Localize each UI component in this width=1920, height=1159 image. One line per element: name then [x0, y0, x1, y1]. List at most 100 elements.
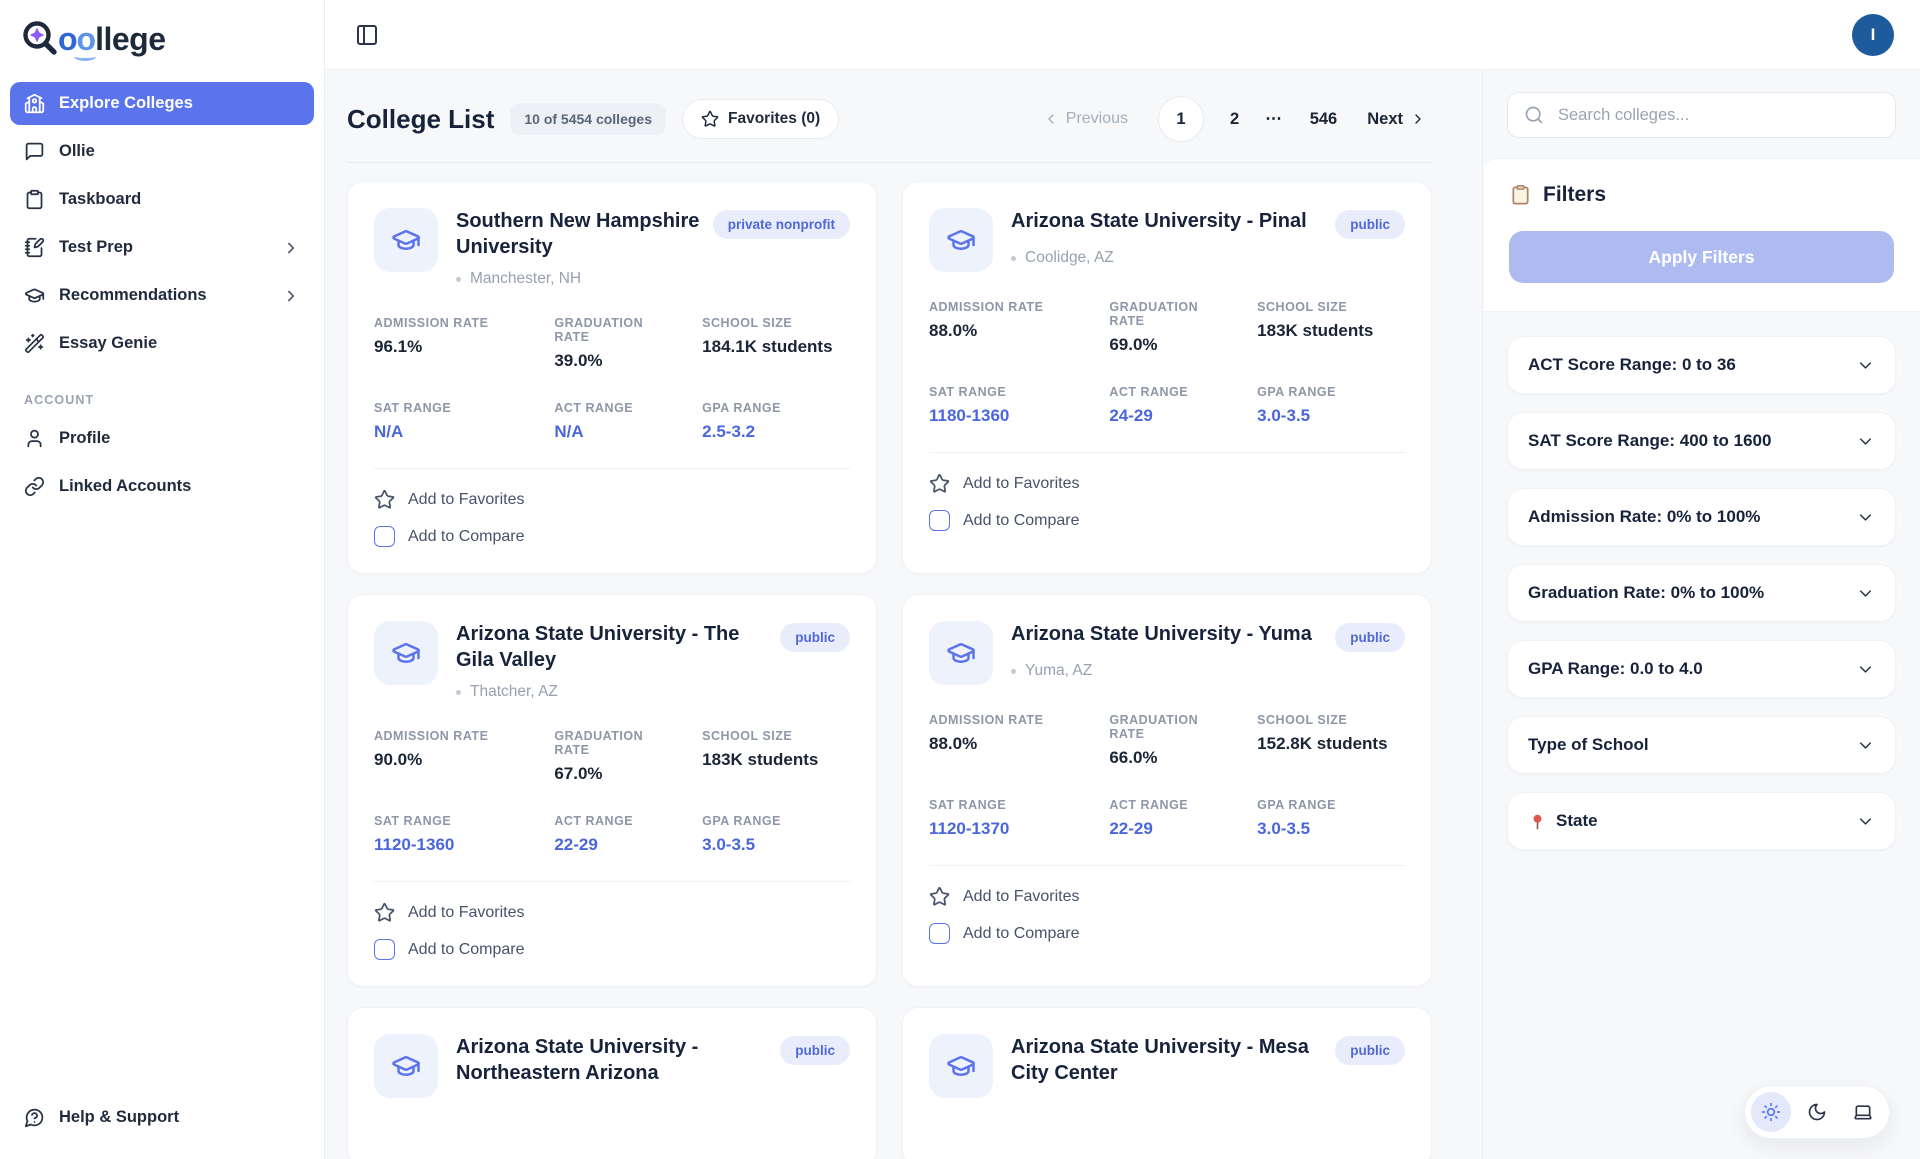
checkbox[interactable]: [374, 939, 395, 960]
stat: SCHOOL SIZE 183K students: [702, 729, 850, 784]
sidebar-item-recommendations[interactable]: Recommendations: [10, 274, 314, 317]
star-icon: [929, 473, 950, 494]
add-to-favorites-button[interactable]: Add to Favorites: [929, 473, 1080, 494]
filter-type-of-school[interactable]: Type of School: [1507, 716, 1896, 774]
logo-oo: oo: [58, 21, 95, 58]
sidebar-item-ollie[interactable]: Ollie: [10, 130, 314, 173]
theme-dark-button[interactable]: [1797, 1092, 1837, 1132]
clipboard-icon: [24, 189, 45, 210]
filter-gpa-range-0-0-to-4-0[interactable]: GPA Range: 0.0 to 4.0: [1507, 640, 1896, 698]
college-name: Arizona State University - Yuma: [1011, 621, 1323, 647]
graduation-cap-icon: [929, 621, 993, 685]
logo-text: llege: [95, 21, 165, 58]
sidebar-item-test-prep[interactable]: Test Prep: [10, 226, 314, 269]
sidebar-item-help-and-support[interactable]: Help & Support: [10, 1096, 314, 1139]
user-avatar[interactable]: I: [1852, 14, 1894, 56]
stat: ADMISSION RATE 88.0%: [929, 713, 1109, 768]
filter-list: ACT Score Range: 0 to 36 SAT Score Range…: [1483, 312, 1920, 874]
star-icon: [929, 886, 950, 907]
theme-system-button[interactable]: [1843, 1092, 1883, 1132]
add-to-favorites-button[interactable]: Add to Favorites: [929, 886, 1080, 907]
stat: ACT RANGE 24-29: [1109, 385, 1257, 426]
stat: GPA RANGE 3.0-3.5: [1257, 385, 1405, 426]
theme-switcher: [1744, 1085, 1890, 1139]
school-type-badge: private nonprofit: [713, 210, 850, 239]
college-card: Arizona State University - The Gila Vall…: [347, 594, 877, 987]
page-button-2[interactable]: 2: [1230, 110, 1239, 129]
next-page-button[interactable]: Next: [1361, 109, 1432, 130]
stat: ADMISSION RATE 96.1%: [374, 316, 554, 371]
college-location: Thatcher, AZ: [456, 683, 850, 701]
filter-state[interactable]: State: [1507, 792, 1896, 850]
school-type-badge: public: [780, 1036, 850, 1065]
college-card: Arizona State University - Yuma public Y…: [902, 594, 1432, 987]
college-name: Southern New Hampshire University: [456, 208, 701, 260]
college-stats: ADMISSION RATE 88.0% GRADUATION RATE 69.…: [929, 300, 1405, 426]
add-to-compare-checkbox[interactable]: Add to Compare: [374, 939, 850, 960]
graduation-cap-icon: [929, 208, 993, 272]
page-button-546[interactable]: 546: [1310, 110, 1338, 129]
stat: ACT RANGE 22-29: [554, 814, 702, 855]
search-section: [1483, 70, 1920, 158]
stat: SCHOOL SIZE 184.1K students: [702, 316, 850, 371]
pagination: Previous 12⋯546 Next: [1037, 96, 1432, 142]
chevron-down-icon: [1856, 660, 1875, 679]
school-type-badge: public: [1335, 210, 1405, 239]
wand-sparkles-icon: [24, 333, 45, 354]
search-input[interactable]: [1556, 105, 1879, 126]
college-stats: ADMISSION RATE 88.0% GRADUATION RATE 66.…: [929, 713, 1405, 839]
content-row: College List 10 of 5454 colleges Favorit…: [325, 70, 1920, 1159]
sidebar-section-account: ACCOUNT: [10, 365, 314, 417]
college-location: Manchester, NH: [456, 270, 850, 288]
add-to-favorites-button[interactable]: Add to Favorites: [374, 489, 525, 510]
stat: ACT RANGE 22-29: [1109, 798, 1257, 839]
sidebar-item-taskboard[interactable]: Taskboard: [10, 178, 314, 221]
college-cards-grid: Southern New Hampshire University privat…: [347, 181, 1432, 1159]
college-card: Arizona State University - Pinal public …: [902, 181, 1432, 574]
add-to-compare-checkbox[interactable]: Add to Compare: [929, 923, 1405, 944]
add-to-compare-checkbox[interactable]: Add to Compare: [929, 510, 1405, 531]
college-name: Arizona State University - Mesa City Cen…: [1011, 1034, 1323, 1086]
notebook-pen-icon: [24, 237, 45, 258]
theme-light-button[interactable]: [1751, 1092, 1791, 1132]
college-card: Arizona State University - Mesa City Cen…: [902, 1007, 1432, 1159]
stat: GRADUATION RATE 66.0%: [1109, 713, 1257, 768]
stat: GPA RANGE 2.5-3.2: [702, 401, 850, 442]
sidebar-item-profile[interactable]: Profile: [10, 417, 314, 460]
filter-act-score-range-0-to-36[interactable]: ACT Score Range: 0 to 36: [1507, 336, 1896, 394]
sun-icon: [1761, 1102, 1781, 1122]
apply-filters-button[interactable]: Apply Filters: [1509, 231, 1894, 283]
school-type-badge: public: [1335, 1036, 1405, 1065]
sidebar-item-essay-genie[interactable]: Essay Genie: [10, 322, 314, 365]
header-divider: [347, 162, 1432, 163]
college-stats: ADMISSION RATE 90.0% GRADUATION RATE 67.…: [374, 729, 850, 855]
filter-admission-rate-0-to-100[interactable]: Admission Rate: 0% to 100%: [1507, 488, 1896, 546]
graduation-cap-icon: [374, 621, 438, 685]
college-card: Arizona State University - Northeastern …: [347, 1007, 877, 1159]
sidebar-item-linked-accounts[interactable]: Linked Accounts: [10, 465, 314, 508]
checkbox[interactable]: [374, 526, 395, 547]
app-root: oo llege Explore Colleges Ollie Taskboar…: [0, 0, 1920, 1159]
chevron-right-icon: [1410, 111, 1426, 127]
sidebar-item-explore-colleges[interactable]: Explore Colleges: [10, 82, 314, 125]
logo-smile: [74, 52, 96, 61]
college-location: Yuma, AZ: [1011, 662, 1405, 680]
add-to-compare-checkbox[interactable]: Add to Compare: [374, 526, 850, 547]
add-to-favorites-button[interactable]: Add to Favorites: [374, 902, 525, 923]
chevron-left-icon: [1043, 111, 1059, 127]
favorites-label: Favorites (0): [728, 110, 820, 128]
favorites-button[interactable]: Favorites (0): [682, 99, 839, 139]
checkbox[interactable]: [929, 923, 950, 944]
filter-graduation-rate-0-to-100[interactable]: Graduation Rate: 0% to 100%: [1507, 564, 1896, 622]
checkbox[interactable]: [929, 510, 950, 531]
college-name: Arizona State University - Northeastern …: [456, 1034, 768, 1086]
college-location: Coolidge, AZ: [1011, 249, 1405, 267]
previous-page-button[interactable]: Previous: [1037, 109, 1134, 129]
stat: SAT RANGE 1180-1360: [929, 385, 1109, 426]
sidebar-toggle-icon[interactable]: [355, 23, 379, 47]
filter-sat-score-range-400-to-1600[interactable]: SAT Score Range: 400 to 1600: [1507, 412, 1896, 470]
sidebar-nav: Explore Colleges Ollie Taskboard Test Pr…: [10, 82, 314, 365]
page-button-1[interactable]: 1: [1158, 96, 1204, 142]
college-count-badge: 10 of 5454 colleges: [510, 103, 666, 135]
chevron-down-icon: [1856, 736, 1875, 755]
